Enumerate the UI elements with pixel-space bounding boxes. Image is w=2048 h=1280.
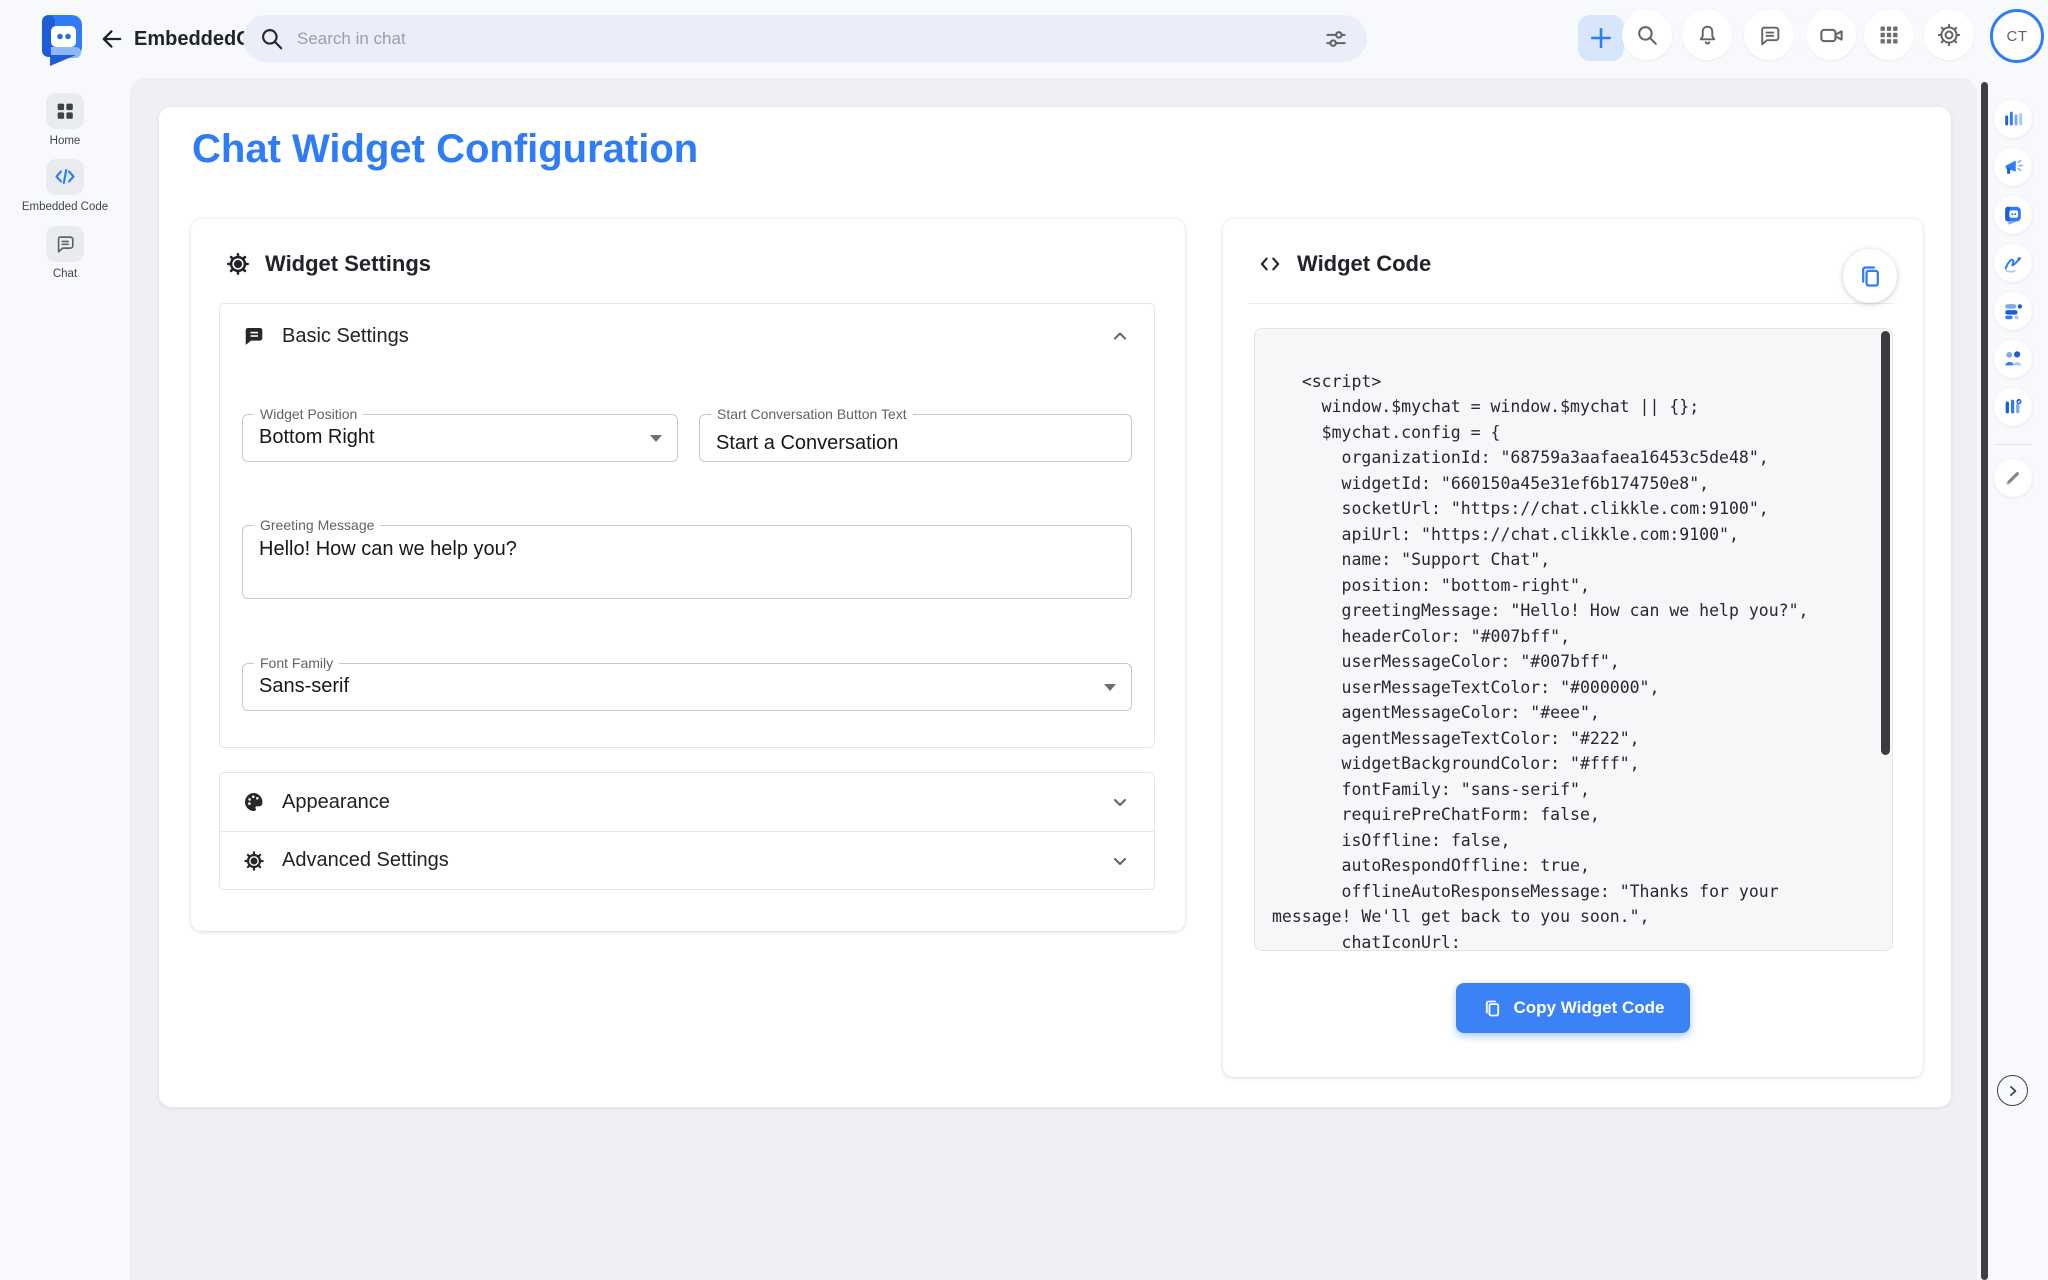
app-logo-icon bbox=[36, 11, 86, 67]
code-brackets-icon bbox=[1257, 251, 1283, 277]
advanced-settings-title: Advanced Settings bbox=[282, 849, 1092, 872]
signature-icon bbox=[2002, 252, 2024, 274]
sidebar-item-chat[interactable]: Chat bbox=[0, 226, 130, 280]
dropdown-arrow-icon bbox=[1104, 684, 1116, 691]
chat-app-icon bbox=[2002, 204, 2024, 226]
font-family-label: Font Family bbox=[254, 655, 339, 671]
widget-code-block: <script> window.$mychat = window.$mychat… bbox=[1254, 328, 1893, 951]
chevron-up-icon bbox=[1108, 324, 1132, 348]
appearance-header[interactable]: Appearance bbox=[220, 773, 1154, 831]
left-sidebar: Home Embedded Code Chat bbox=[0, 78, 130, 1280]
chat-bubble-icon bbox=[1757, 23, 1782, 48]
edit-button[interactable] bbox=[1994, 459, 2032, 497]
search-bar[interactable] bbox=[243, 15, 1367, 62]
font-family-select[interactable]: Font Family Sans-serif bbox=[242, 663, 1132, 711]
search-icon bbox=[259, 26, 285, 52]
copy-widget-code-button[interactable]: Copy Widget Code bbox=[1456, 983, 1691, 1033]
divider bbox=[1249, 303, 1895, 304]
chevron-down-icon bbox=[1108, 790, 1132, 814]
sidebar-item-embedded-code[interactable]: Embedded Code bbox=[0, 159, 130, 213]
polls-icon bbox=[2002, 396, 2024, 418]
user-avatar[interactable]: CT bbox=[1990, 9, 2044, 63]
gear-icon bbox=[1936, 22, 1962, 48]
sidebar-item-home[interactable]: Home bbox=[0, 93, 130, 147]
new-create-button[interactable] bbox=[1578, 15, 1624, 61]
chat-button[interactable] bbox=[1744, 10, 1794, 60]
chat-app-button[interactable] bbox=[1994, 196, 2032, 234]
copy-code-icon-button[interactable] bbox=[1843, 249, 1897, 303]
basic-settings-accordion: Basic Settings Widget Position Bottom Ri… bbox=[219, 303, 1155, 748]
back-button[interactable] bbox=[96, 23, 128, 55]
gear-icon bbox=[225, 251, 251, 277]
people-app-button[interactable] bbox=[1994, 340, 2032, 378]
widget-code-panel: Widget Code <script> window.$mychat = wi… bbox=[1223, 219, 1923, 1077]
widget-settings-panel: Widget Settings Basic Settings bbox=[191, 219, 1185, 931]
tasks-list-icon bbox=[2002, 300, 2024, 322]
widget-position-select[interactable]: Widget Position Bottom Right bbox=[242, 414, 678, 462]
apps-grid-button[interactable] bbox=[1864, 10, 1914, 60]
chevron-down-icon bbox=[1108, 849, 1132, 873]
people-icon bbox=[2002, 348, 2024, 370]
widget-settings-title: Widget Settings bbox=[265, 251, 431, 277]
collapsed-accordions: Appearance Advanced Settings bbox=[219, 772, 1155, 890]
message-icon bbox=[242, 324, 266, 348]
advanced-settings-header[interactable]: Advanced Settings bbox=[220, 831, 1154, 889]
sign-app-button[interactable] bbox=[1994, 244, 2032, 282]
video-call-button[interactable] bbox=[1806, 10, 1856, 60]
polls-app-button[interactable] bbox=[1994, 388, 2032, 426]
gear-icon bbox=[242, 849, 266, 873]
plus-icon bbox=[1587, 24, 1615, 52]
main-content: Chat Widget Configuration Widget Setting… bbox=[130, 78, 1977, 1280]
apps-grid-icon bbox=[1877, 23, 1901, 47]
copy-icon bbox=[1857, 263, 1884, 290]
settings-button[interactable] bbox=[1924, 10, 1974, 60]
analytics-app-button[interactable] bbox=[1994, 100, 2032, 138]
start-button-text-label: Start Conversation Button Text bbox=[711, 406, 913, 422]
copy-widget-code-label: Copy Widget Code bbox=[1514, 998, 1665, 1018]
page-title: Chat Widget Configuration bbox=[192, 127, 698, 172]
chat-bubble-icon bbox=[54, 233, 76, 255]
collapse-rail-button[interactable] bbox=[1997, 1075, 2028, 1106]
sidebar-item-label: Home bbox=[0, 135, 130, 147]
home-grid-icon bbox=[54, 100, 76, 122]
tune-filter-icon[interactable] bbox=[1323, 26, 1349, 52]
code-scrollbar-thumb[interactable] bbox=[1881, 331, 1890, 755]
page-card: Chat Widget Configuration Widget Setting… bbox=[159, 107, 1951, 1107]
basic-settings-header[interactable]: Basic Settings bbox=[220, 304, 1154, 368]
search-icon bbox=[1635, 23, 1660, 48]
palette-icon bbox=[242, 790, 266, 814]
notifications-button[interactable] bbox=[1682, 10, 1732, 60]
greeting-message-field[interactable]: Greeting Message Hello! How can we help … bbox=[242, 525, 1132, 599]
topbar: EmbeddedCode bbox=[0, 0, 2048, 78]
tasks-app-button[interactable] bbox=[1994, 292, 2032, 330]
basic-settings-title: Basic Settings bbox=[282, 325, 1092, 348]
start-button-text-field[interactable]: Start Conversation Button Text bbox=[699, 414, 1132, 462]
pencil-icon bbox=[2002, 468, 2023, 489]
campaigns-app-button[interactable] bbox=[1994, 148, 2032, 186]
right-app-rail bbox=[1977, 78, 2048, 1280]
widget-code-title: Widget Code bbox=[1297, 251, 1431, 277]
sidebar-item-label: Chat bbox=[0, 268, 130, 280]
video-camera-icon bbox=[1818, 22, 1845, 49]
bell-icon bbox=[1695, 23, 1720, 48]
copy-icon bbox=[1482, 998, 1503, 1019]
code-icon bbox=[53, 165, 77, 189]
greeting-message-textarea[interactable]: Hello! How can we help you? bbox=[243, 526, 1131, 598]
sidebar-item-label: Embedded Code bbox=[0, 201, 130, 213]
analytics-app-icon bbox=[2002, 108, 2024, 130]
appearance-title: Appearance bbox=[282, 791, 1092, 814]
font-family-value: Sans-serif bbox=[243, 664, 1131, 698]
global-search-button[interactable] bbox=[1622, 10, 1672, 60]
widget-position-label: Widget Position bbox=[254, 406, 363, 422]
megaphone-icon bbox=[2002, 156, 2024, 178]
chevron-right-icon bbox=[2003, 1081, 2023, 1101]
divider bbox=[1994, 444, 2032, 445]
dropdown-arrow-icon bbox=[650, 435, 662, 442]
search-input[interactable] bbox=[297, 29, 1323, 49]
widget-code-text: <script> window.$mychat = window.$mychat… bbox=[1255, 329, 1855, 951]
greeting-message-label: Greeting Message bbox=[254, 517, 380, 533]
